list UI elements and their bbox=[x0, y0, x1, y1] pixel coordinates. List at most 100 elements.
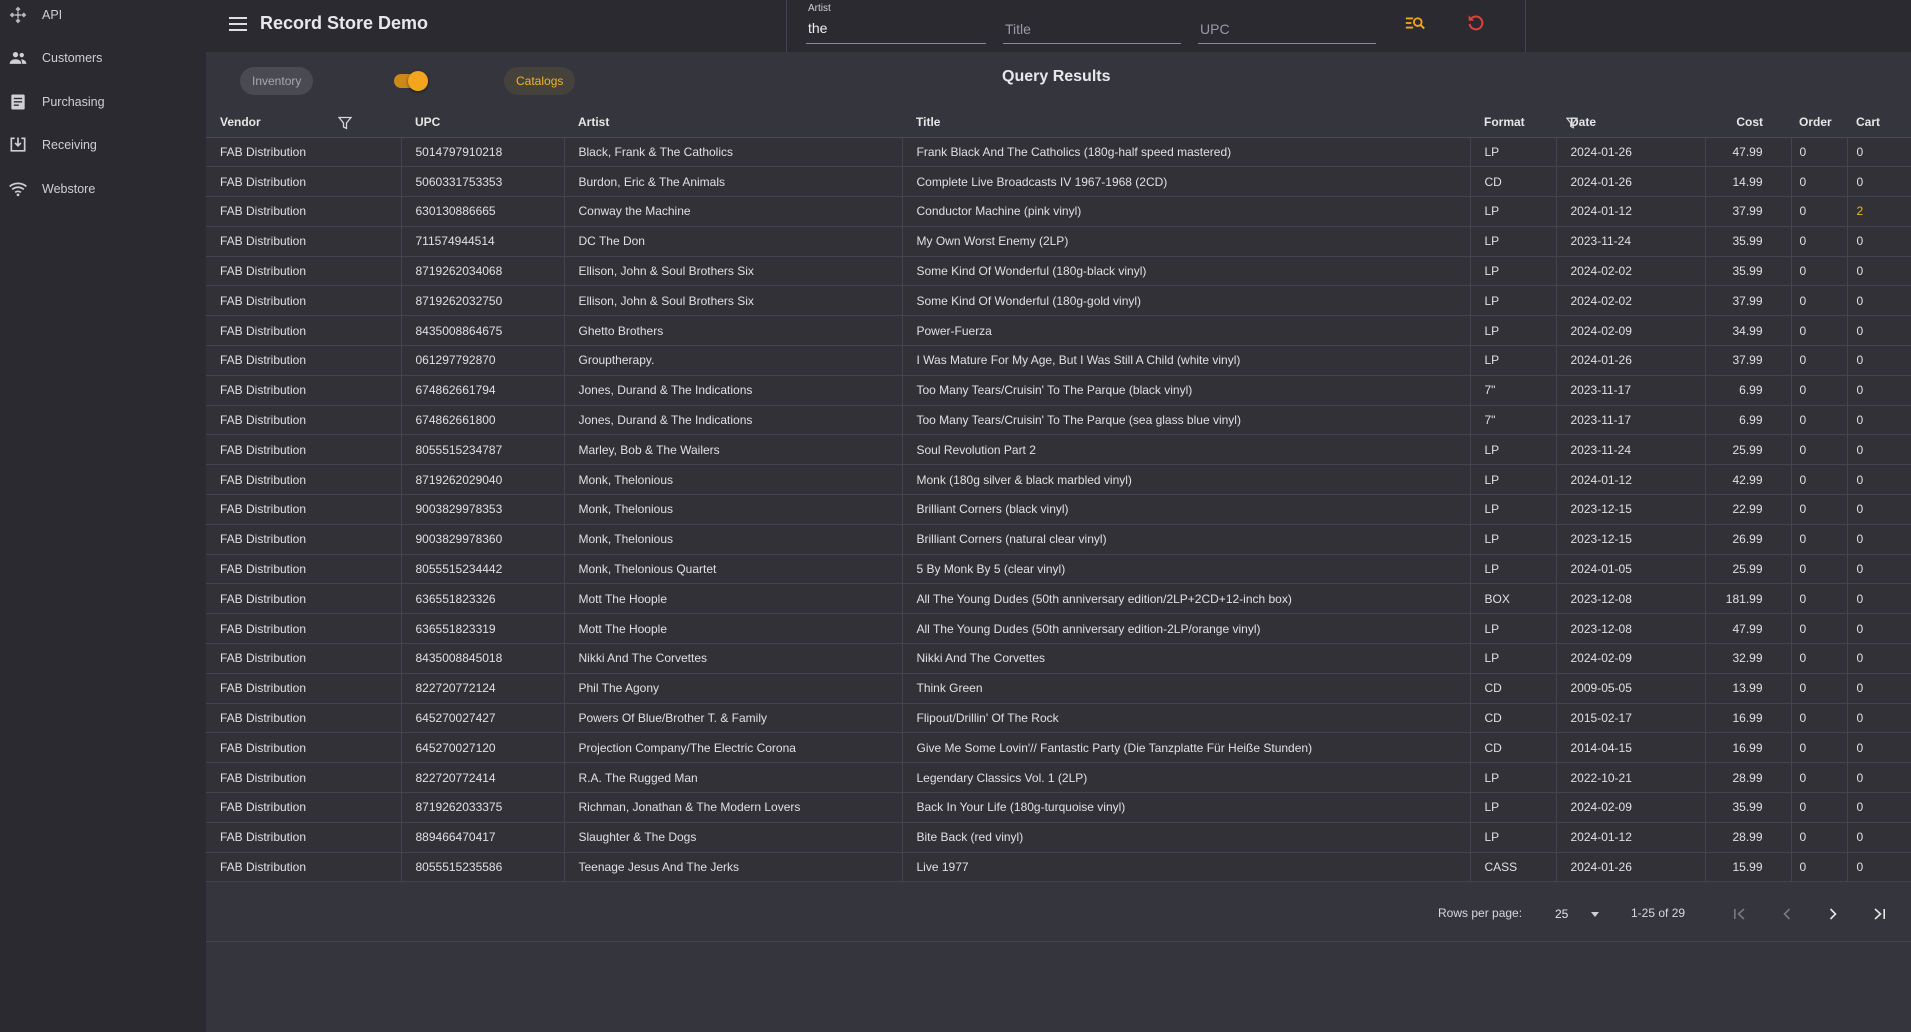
cell-date: 2023-12-15 bbox=[1556, 494, 1706, 525]
cell-order: 0 bbox=[1791, 226, 1848, 257]
next-page-icon[interactable] bbox=[1819, 900, 1847, 928]
cell-title: Legendary Classics Vol. 1 (2LP) bbox=[902, 762, 1471, 794]
cell-cost: 35.99 bbox=[1705, 256, 1792, 287]
wifi-icon bbox=[6, 177, 30, 201]
cell-upc: 8055515234442 bbox=[401, 554, 565, 585]
table-row[interactable]: FAB Distribution 8055515235586 Teenage Jes… bbox=[206, 852, 1911, 883]
table-row[interactable]: FAB Distribution 822720772414 R.A. The Rug… bbox=[206, 762, 1911, 794]
cell-title: My Own Worst Enemy (2LP) bbox=[902, 226, 1471, 257]
sidebar-item-label: Webstore bbox=[42, 181, 96, 196]
cell-artist: Monk, Thelonious bbox=[564, 494, 903, 525]
table-row[interactable]: FAB Distribution 630130886665 Conway the M… bbox=[206, 196, 1911, 227]
results-title: Query Results bbox=[1002, 68, 1111, 85]
table-row[interactable]: FAB Distribution 8719262029040 Monk, Thelo… bbox=[206, 464, 1911, 496]
table-row[interactable]: FAB Distribution 8435008864675 Ghetto Brot… bbox=[206, 315, 1911, 347]
sidebar-item-customers[interactable]: Customers bbox=[0, 37, 206, 81]
cell-date: 2023-11-17 bbox=[1556, 405, 1706, 436]
pagination-bar: Rows per page: 25 1-25 of 29 bbox=[206, 884, 1911, 942]
sidebar-item-receiving[interactable]: Receiving bbox=[0, 124, 206, 168]
cell-vendor: FAB Distribution bbox=[206, 822, 402, 853]
table-row[interactable]: FAB Distribution 645270027427 Powers Of Bl… bbox=[206, 703, 1911, 734]
cell-artist: Jones, Durand & The Indications bbox=[564, 375, 903, 406]
catalogs-chip[interactable]: Catalogs bbox=[504, 67, 576, 95]
table-row[interactable]: FAB Distribution 061297792870 Grouptherapy… bbox=[206, 345, 1911, 376]
cell-cart: 0 bbox=[1847, 852, 1911, 883]
table-row[interactable]: FAB Distribution 8055515234787 Marley, Bob… bbox=[206, 434, 1911, 466]
inventory-catalogs-toggle[interactable] bbox=[392, 70, 428, 92]
previous-page-icon[interactable] bbox=[1773, 900, 1801, 928]
column-header-title[interactable]: Title bbox=[902, 108, 1470, 138]
cell-cart: 0 bbox=[1847, 285, 1911, 317]
first-page-icon[interactable] bbox=[1726, 900, 1754, 928]
table-row[interactable]: FAB Distribution 822720772124 Phil The Ago… bbox=[206, 673, 1911, 704]
table-row[interactable]: FAB Distribution 711574944514 DC The Don My… bbox=[206, 226, 1911, 257]
cell-format: LP bbox=[1470, 285, 1557, 317]
table-row[interactable]: FAB Distribution 9003829978360 Monk, Thelo… bbox=[206, 524, 1911, 555]
filter-icon[interactable] bbox=[338, 116, 352, 130]
column-header-cart[interactable]: Cart bbox=[1847, 108, 1911, 138]
upc-input[interactable] bbox=[1198, 18, 1376, 40]
cell-title: Power-Fuerza bbox=[902, 315, 1471, 347]
column-header-artist[interactable]: Artist bbox=[564, 108, 902, 138]
sidebar-item-webstore[interactable]: Webstore bbox=[0, 167, 206, 211]
inventory-chip[interactable]: Inventory bbox=[240, 67, 314, 95]
cell-artist: Burdon, Eric & The Animals bbox=[564, 166, 903, 198]
table-row[interactable]: FAB Distribution 5014797910218 Black, Fran… bbox=[206, 137, 1911, 168]
table-row[interactable]: FAB Distribution 636551823326 Mott The Hoo… bbox=[206, 583, 1911, 615]
cell-order: 0 bbox=[1791, 792, 1848, 823]
title-input[interactable] bbox=[1003, 18, 1181, 40]
cell-order: 0 bbox=[1791, 285, 1848, 317]
table-row[interactable]: FAB Distribution 645270027120 Projection C… bbox=[206, 732, 1911, 764]
table-row[interactable]: FAB Distribution 636551823319 Mott The Hoo… bbox=[206, 613, 1911, 645]
table-row[interactable]: FAB Distribution 889466470417 Slaughter & … bbox=[206, 822, 1911, 853]
cell-cart: 0 bbox=[1847, 375, 1911, 406]
column-header-vendor[interactable]: Vendor bbox=[206, 108, 401, 138]
cell-cost: 37.99 bbox=[1705, 285, 1792, 317]
cell-artist: Nikki And The Corvettes bbox=[564, 643, 903, 674]
menu-icon[interactable] bbox=[226, 12, 250, 36]
cell-format: CD bbox=[1470, 732, 1557, 764]
rows-per-page-select[interactable]: 25 bbox=[1553, 904, 1603, 926]
sidebar-item-purchasing[interactable]: Purchasing bbox=[0, 80, 206, 124]
table-row[interactable]: FAB Distribution 8719262032750 Ellison, Jo… bbox=[206, 285, 1911, 317]
table-row[interactable]: FAB Distribution 674862661794 Jones, Duran… bbox=[206, 375, 1911, 406]
table-row[interactable]: FAB Distribution 5060331753353 Burdon, Eri… bbox=[206, 166, 1911, 198]
cell-vendor: FAB Distribution bbox=[206, 315, 402, 347]
table-row[interactable]: FAB Distribution 674862661800 Jones, Duran… bbox=[206, 405, 1911, 436]
table-row[interactable]: FAB Distribution 8055515234442 Monk, Thelo… bbox=[206, 554, 1911, 585]
main-content: Inventory Catalogs Query Results Vendor … bbox=[206, 52, 1911, 1032]
cell-cart: 0 bbox=[1847, 345, 1911, 376]
cell-upc: 674862661794 bbox=[401, 375, 565, 406]
cell-artist: Conway the Machine bbox=[564, 196, 903, 227]
cell-title: Some Kind Of Wonderful (180g-black vinyl… bbox=[902, 256, 1471, 287]
column-header-date[interactable]: Date bbox=[1556, 108, 1705, 138]
cell-artist: Mott The Hoople bbox=[564, 583, 903, 615]
reset-icon[interactable] bbox=[1462, 9, 1490, 37]
cell-order: 0 bbox=[1791, 345, 1848, 376]
table-row[interactable]: FAB Distribution 8719262034068 Ellison, Jo… bbox=[206, 256, 1911, 287]
cell-date: 2024-01-26 bbox=[1556, 166, 1706, 198]
search-list-icon[interactable] bbox=[1401, 9, 1429, 37]
table-row[interactable]: FAB Distribution 9003829978353 Monk, Thelo… bbox=[206, 494, 1911, 525]
cell-cart: 0 bbox=[1847, 166, 1911, 198]
cell-upc: 889466470417 bbox=[401, 822, 565, 853]
sidebar-item-api[interactable]: API bbox=[0, 0, 206, 37]
table-row[interactable]: FAB Distribution 8719262033375 Richman, Jo… bbox=[206, 792, 1911, 823]
filter-icon[interactable] bbox=[1566, 117, 1578, 129]
artist-field[interactable]: Artist the bbox=[806, 0, 986, 44]
title-field[interactable] bbox=[1003, 0, 1181, 44]
cell-format: 7" bbox=[1470, 405, 1557, 436]
last-page-icon[interactable] bbox=[1865, 900, 1893, 928]
column-header-upc[interactable]: UPC bbox=[401, 108, 564, 138]
upc-field[interactable] bbox=[1198, 0, 1376, 44]
cell-vendor: FAB Distribution bbox=[206, 762, 402, 794]
column-header-order[interactable]: Order bbox=[1791, 108, 1847, 138]
cell-order: 0 bbox=[1791, 762, 1848, 794]
cell-vendor: FAB Distribution bbox=[206, 643, 402, 674]
table-row[interactable]: FAB Distribution 8435008845018 Nikki And T… bbox=[206, 643, 1911, 674]
page-range: 1-25 of 29 bbox=[1631, 906, 1686, 920]
column-header-format[interactable]: Format bbox=[1470, 108, 1556, 138]
artist-label: Artist bbox=[808, 3, 831, 14]
cell-date: 2023-12-08 bbox=[1556, 613, 1706, 645]
column-header-cost[interactable]: Cost bbox=[1705, 108, 1791, 138]
